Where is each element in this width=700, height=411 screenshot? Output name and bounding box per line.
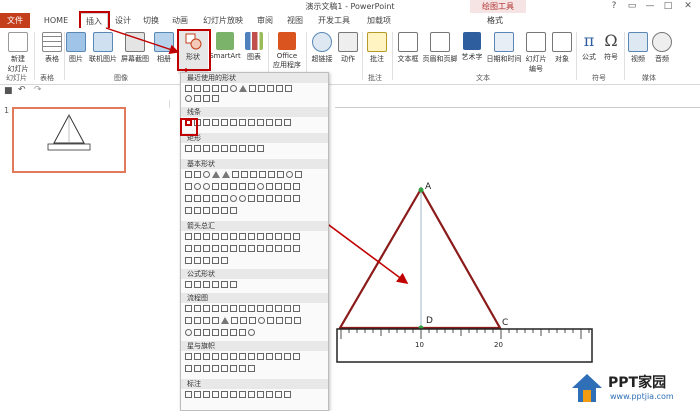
callouts-row[interactable] (185, 391, 325, 400)
stars-row-1[interactable] (185, 353, 325, 362)
section-callouts: 标注 (181, 379, 328, 389)
section-equation-shapes: 公式形状 (181, 269, 328, 279)
recent-shapes-row-2[interactable] (185, 95, 325, 104)
highlight-line-shape (180, 118, 198, 136)
basic-shapes-row-3[interactable] (185, 195, 325, 204)
section-basic-shapes: 基本形状 (181, 159, 328, 169)
ruler-label-10: 10 (415, 341, 424, 349)
watermark-logo: PPT家园 www.pptjia.com (570, 370, 700, 409)
label-d: D (426, 316, 433, 326)
section-stars-banners: 星与旗帜 (181, 341, 328, 351)
label-c: C (502, 318, 509, 328)
ruler-label-20: 20 (494, 341, 503, 349)
house-logo-icon (572, 374, 602, 402)
stars-row-2[interactable] (185, 365, 325, 374)
section-recent-shapes: 最近使用的形状 (181, 73, 328, 83)
flowchart-row-3[interactable] (185, 329, 325, 338)
ruler-shape (336, 328, 593, 363)
triangle-shape (338, 186, 502, 330)
basic-shapes-row-4[interactable] (185, 207, 325, 216)
rectangles-row[interactable] (185, 145, 325, 154)
point-a (418, 187, 424, 193)
section-flowchart: 流程图 (181, 293, 328, 303)
basic-shapes-row-1[interactable] (185, 171, 325, 180)
section-rectangles: 矩形 (181, 133, 328, 143)
recent-shapes-row[interactable] (185, 85, 325, 94)
diagram-overlay (105, 27, 593, 363)
section-block-arrows: 箭头总汇 (181, 221, 328, 231)
lines-row[interactable] (185, 119, 325, 128)
arrow-insert-to-shapes (105, 27, 180, 54)
watermark-brand: PPT家园 (608, 375, 667, 391)
basic-shapes-row-2[interactable] (185, 183, 325, 192)
watermark-url: www.pptjia.com (610, 392, 674, 401)
equation-shapes-row[interactable] (185, 281, 325, 290)
flowchart-row-2[interactable] (185, 317, 325, 326)
label-a: A (425, 182, 432, 192)
section-lines: 线条 (181, 107, 328, 117)
block-arrows-row-3[interactable] (185, 257, 325, 266)
shapes-gallery-dropdown: 最近使用的形状 线条 矩形 基本形状 箭头总汇 公式形状 流程图 星与旗帜 标注 (180, 72, 329, 411)
block-arrows-row-1[interactable] (185, 233, 325, 242)
flowchart-row-1[interactable] (185, 305, 325, 314)
block-arrows-row-2[interactable] (185, 245, 325, 254)
